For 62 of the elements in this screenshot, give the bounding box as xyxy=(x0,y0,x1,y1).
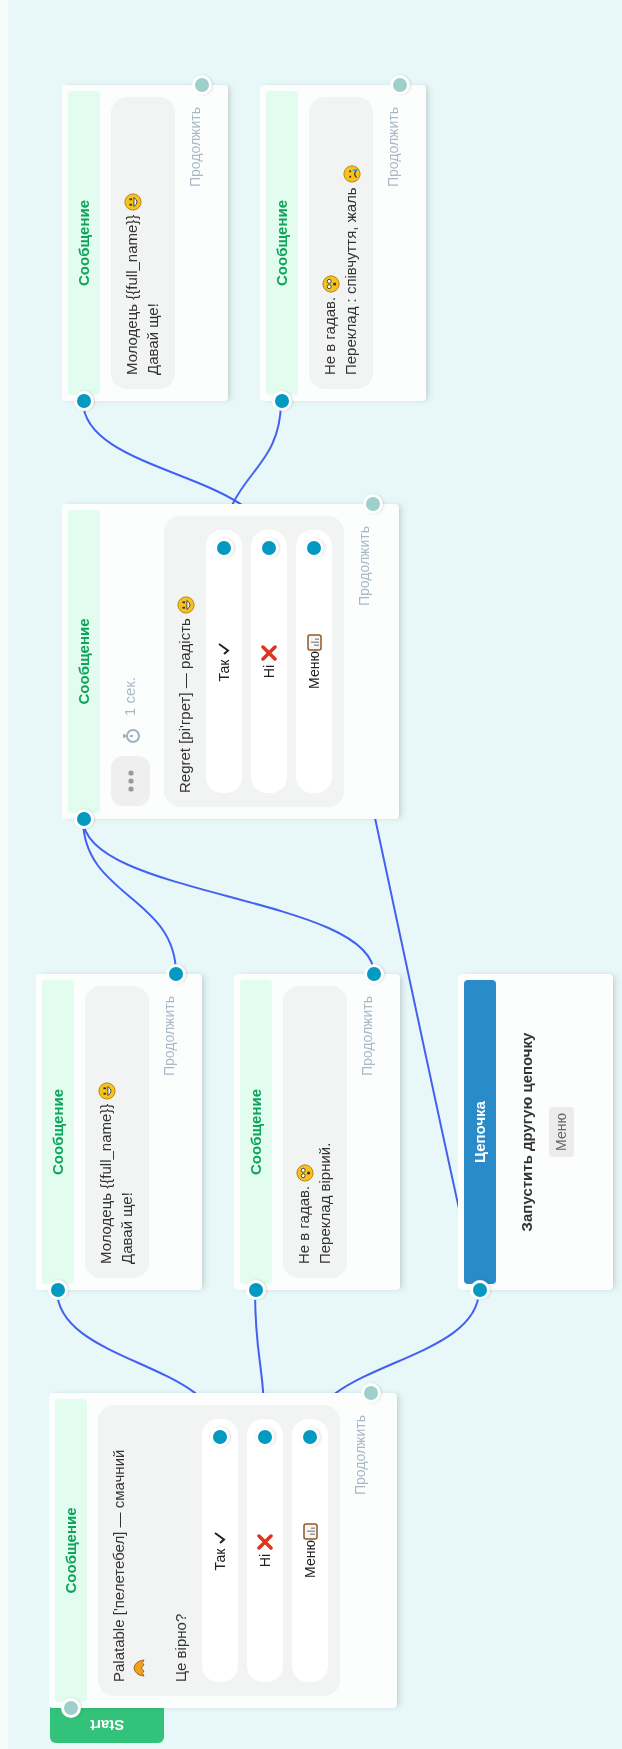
message-text: Давай ще! xyxy=(117,1191,137,1264)
message-text: Молодець {{full_name}} xyxy=(95,1014,117,1264)
message-text: Не в гадав. xyxy=(293,1014,315,1264)
message-node[interactable]: Сообщение Palatable ['пелетебел] — смачний Це вірно? Так Ні Меню Продолжить xyxy=(49,1393,397,1708)
continue-label: Продолжить xyxy=(355,526,373,607)
cross-icon xyxy=(257,1533,273,1550)
more-icon xyxy=(127,770,134,792)
reply-button[interactable]: Меню xyxy=(292,1419,328,1682)
output-port[interactable] xyxy=(214,538,234,558)
cross-icon xyxy=(261,644,277,661)
grinning-face-icon xyxy=(98,1081,117,1100)
message-node[interactable]: Сообщение Не в гадав. Переклад : співчуття, жаль Продолжить xyxy=(260,85,426,401)
check-icon xyxy=(217,641,231,656)
more-button[interactable] xyxy=(111,756,150,806)
check-icon xyxy=(213,1530,227,1545)
delay-text: 1 сек. xyxy=(120,676,140,716)
chain-target: Меню xyxy=(548,1107,574,1157)
message-text: Це вірно? xyxy=(171,1612,191,1682)
message-node[interactable]: Сообщение Молодець {{full_name}} Давай ще! Продолжить xyxy=(36,974,202,1290)
stopwatch-icon xyxy=(121,728,140,744)
output-port[interactable] xyxy=(210,1427,230,1447)
node-title: Сообщение xyxy=(47,1089,67,1176)
message-node[interactable]: Сообщение Не в гадав. Переклад вірний. Продолжить xyxy=(234,974,400,1290)
surprised-face-icon xyxy=(322,274,341,293)
message-text: Молодець {{full_name}} xyxy=(121,125,143,375)
node-title: Сообщение xyxy=(245,1089,265,1176)
message-text: Переклад : співчуття, жаль xyxy=(340,125,362,375)
grinning-face-icon xyxy=(177,596,196,615)
continue-label: Продолжить xyxy=(384,107,403,188)
clipboard-icon xyxy=(302,1523,318,1541)
surprised-face-icon xyxy=(296,1163,315,1182)
node-title: Цепочка xyxy=(469,1101,489,1163)
node-title: Сообщение xyxy=(271,200,291,287)
chain-node[interactable]: Цепочка Запустить другую цепочку Меню xyxy=(458,974,613,1290)
message-node[interactable]: Сообщение Молодець {{full_name}} Давай ще! Продолжить xyxy=(62,85,228,401)
reply-button[interactable]: Так xyxy=(206,530,242,793)
output-port[interactable] xyxy=(304,538,324,558)
continue-label: Продолжить xyxy=(186,107,205,188)
output-port[interactable] xyxy=(255,1427,275,1447)
node-title: Сообщение xyxy=(73,200,93,287)
chain-action: Запустить другую цепочку xyxy=(517,1032,536,1232)
node-title: Сообщение xyxy=(60,1507,80,1594)
reply-button[interactable]: Так xyxy=(202,1419,238,1682)
start-label: Start xyxy=(89,1716,125,1737)
reply-button[interactable]: Ні xyxy=(247,1419,283,1682)
grinning-face-icon xyxy=(124,192,143,211)
output-port[interactable] xyxy=(300,1427,320,1447)
continue-label: Продолжить xyxy=(358,996,377,1077)
message-text: Переклад вірний. xyxy=(315,1141,335,1264)
reply-button[interactable]: Меню xyxy=(296,530,332,793)
message-node[interactable]: Сообщение 1 сек. Regret [рі'грет] — радість Так Ні Меню Продолжить xyxy=(62,504,399,819)
message-text: Regret [рі'грет] — радість xyxy=(174,543,196,793)
node-title: Сообщение xyxy=(73,618,93,705)
message-text: Не в гадав. xyxy=(319,125,341,375)
clipboard-icon xyxy=(306,634,322,652)
output-port[interactable] xyxy=(259,538,279,558)
crying-face-icon xyxy=(343,165,362,184)
message-text: Давай ще! xyxy=(143,302,163,375)
continue-label: Продолжить xyxy=(351,1415,369,1496)
continue-label: Продолжить xyxy=(160,996,179,1077)
message-text: Palatable ['пелетебел] — смачний xyxy=(108,1432,151,1682)
reply-button[interactable]: Ні xyxy=(251,530,287,793)
